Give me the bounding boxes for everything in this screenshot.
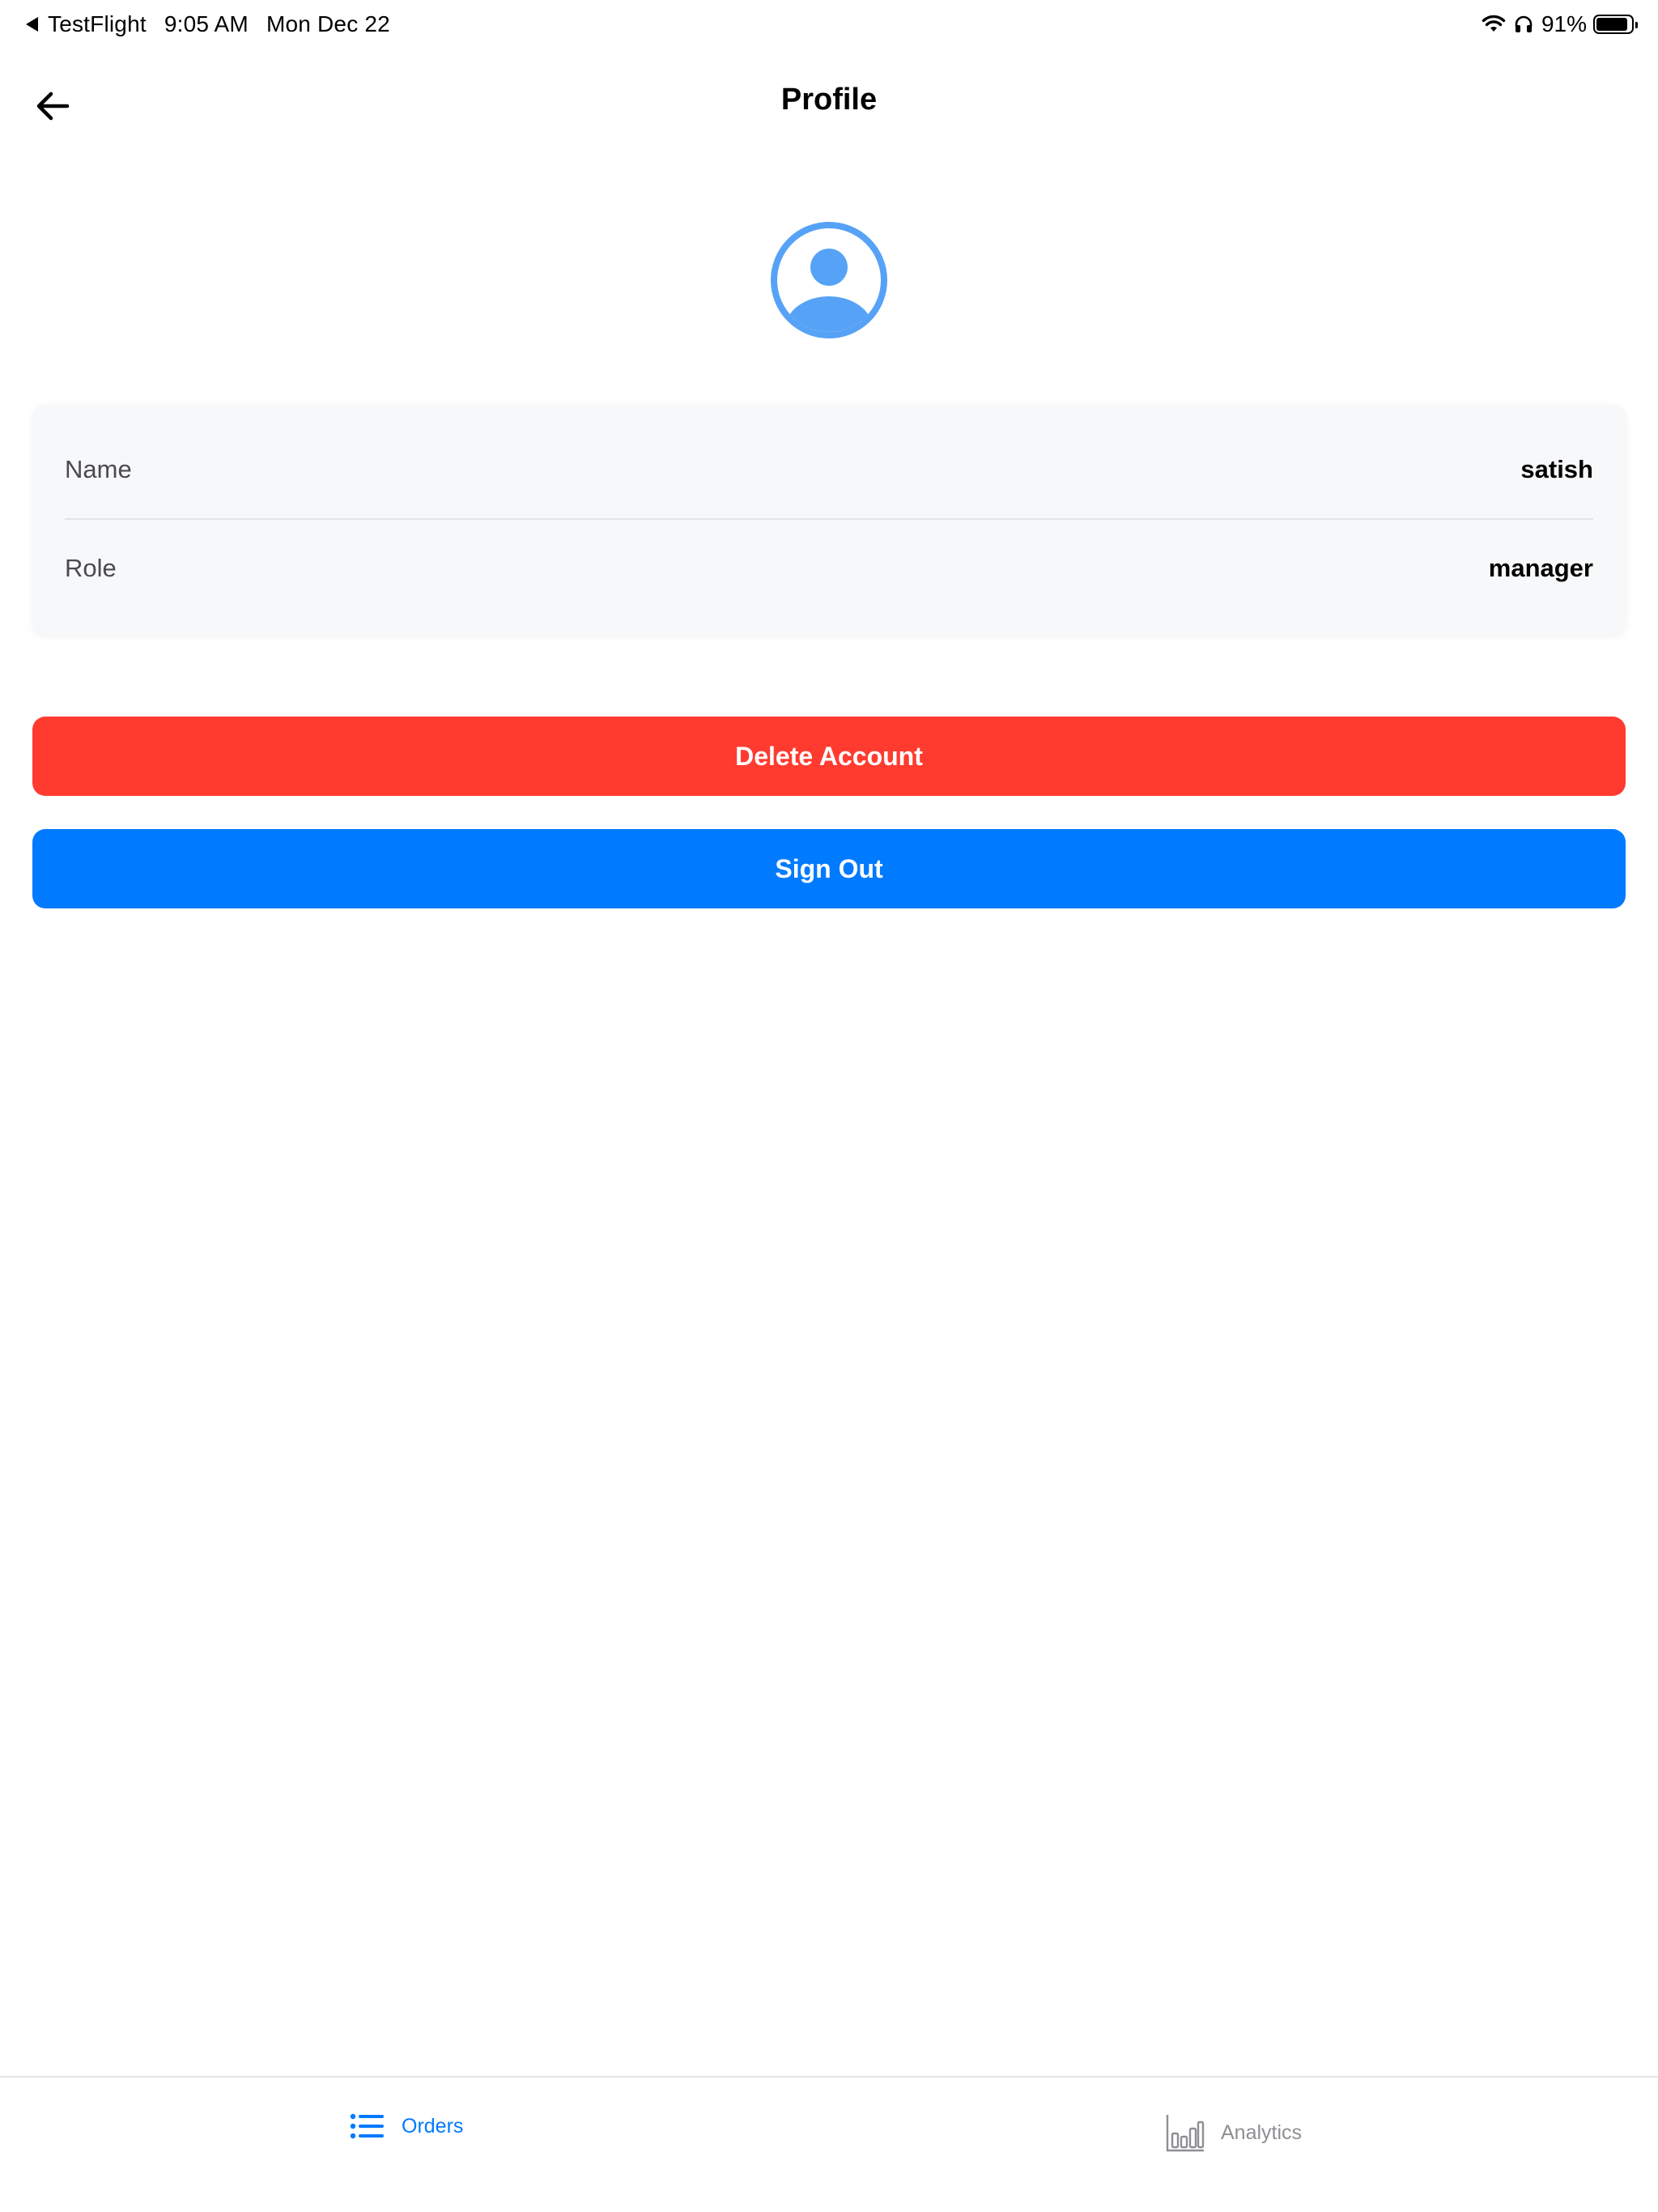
wifi-icon	[1482, 15, 1506, 32]
sign-out-button[interactable]: Sign Out	[32, 829, 1626, 908]
user-circle-icon	[771, 222, 887, 338]
back-app-name: TestFlight	[48, 11, 147, 36]
name-label: Name	[65, 455, 132, 483]
tab-bar: Orders Analytics	[0, 2076, 1658, 2212]
tab-orders[interactable]: Orders	[350, 2113, 463, 2139]
navigation-bar: Profile	[0, 70, 1658, 141]
profile-screen: TestFlight 9:05 AM Mon Dec 22 91% Profil…	[0, 0, 1658, 2212]
name-value: satish	[1520, 455, 1593, 483]
profile-info-card: Name satish Role manager	[32, 405, 1626, 635]
role-value: manager	[1488, 554, 1593, 582]
profile-row-role: Role manager	[65, 520, 1593, 617]
tab-analytics-label: Analytics	[1221, 2121, 1303, 2144]
role-label: Role	[65, 554, 117, 582]
status-time: 9:05 AM	[164, 11, 249, 36]
tab-orders-label: Orders	[402, 2114, 464, 2138]
back-triangle-icon	[26, 17, 38, 32]
list-icon	[350, 2113, 384, 2139]
status-bar: TestFlight 9:05 AM Mon Dec 22 91%	[0, 0, 1658, 53]
headphones-icon	[1515, 15, 1533, 32]
tab-analytics[interactable]: Analytics	[1166, 2113, 1302, 2152]
status-indicators: 91%	[1482, 11, 1638, 37]
bar-chart-icon	[1166, 2115, 1205, 2152]
delete-account-button[interactable]: Delete Account	[32, 717, 1626, 796]
back-to-app[interactable]: TestFlight 9:05 AM Mon Dec 22	[26, 11, 390, 37]
status-date: Mon Dec 22	[266, 11, 390, 36]
battery-level	[1596, 18, 1628, 31]
avatar	[769, 220, 889, 340]
battery-percent: 91%	[1541, 11, 1587, 36]
page-title: Profile	[780, 83, 878, 117]
profile-row-name: Name satish	[65, 421, 1593, 520]
battery-icon	[1593, 15, 1638, 34]
